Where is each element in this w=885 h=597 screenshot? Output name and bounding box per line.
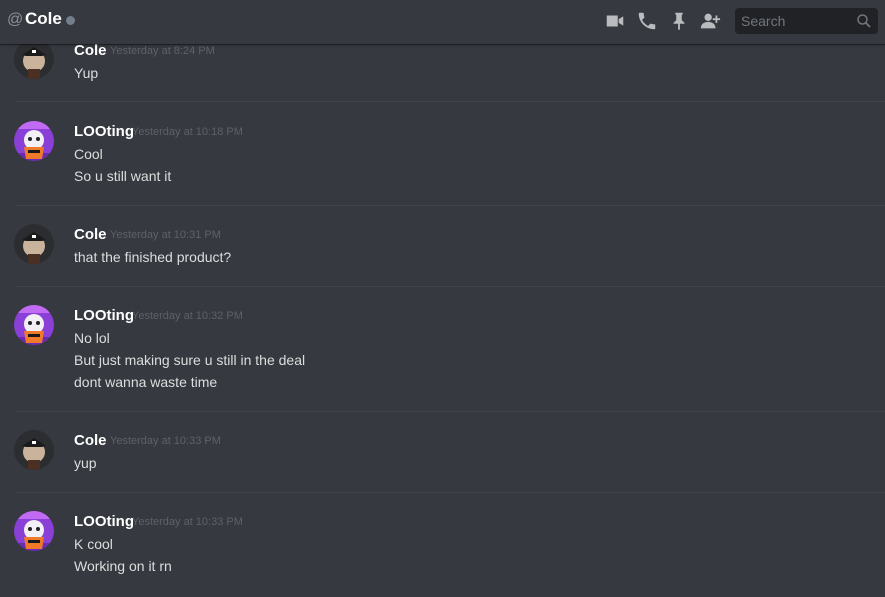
username[interactable]: Cole — [74, 226, 107, 243]
message-text: yup — [74, 455, 97, 471]
search-icon[interactable] — [855, 12, 873, 30]
video-call-icon[interactable] — [604, 10, 626, 32]
channel-header: @ Cole Search — [0, 0, 885, 44]
message-text: No lol — [74, 330, 110, 346]
message-list: Cole Yesterday at 8:24 PM Yup LOOting Ye… — [0, 0, 885, 597]
message-text: Working on it rn — [74, 558, 172, 574]
timestamp: Yesterday at 10:18 PM — [132, 126, 243, 138]
status-indicator — [66, 16, 75, 25]
avatar[interactable] — [14, 39, 54, 79]
avatar[interactable] — [14, 430, 54, 470]
message-group: LOOting Yesterday at 10:33 PM K cool Wor… — [0, 493, 885, 597]
timestamp: Yesterday at 10:31 PM — [110, 229, 221, 241]
avatar[interactable] — [14, 224, 54, 264]
message-text: Cool — [74, 146, 103, 162]
timestamp: Yesterday at 10:32 PM — [132, 310, 243, 322]
message-text: K cool — [74, 536, 113, 552]
avatar[interactable] — [14, 121, 54, 161]
phone-icon[interactable] — [636, 10, 658, 32]
message-text: But just making sure u still in the deal — [74, 352, 306, 368]
avatar[interactable] — [14, 511, 54, 551]
message-text: Yup — [74, 65, 99, 81]
at-icon: @ — [7, 11, 24, 28]
message-group: Cole Yesterday at 10:31 PM that the fini… — [0, 206, 885, 287]
username[interactable]: Cole — [74, 42, 107, 59]
message-group: LOOting Yesterday at 10:32 PM No lol But… — [0, 287, 885, 412]
pin-icon[interactable] — [668, 10, 690, 32]
message-text: that the finished product? — [74, 249, 232, 265]
add-friend-icon[interactable] — [699, 10, 721, 32]
username[interactable]: Cole — [74, 432, 107, 449]
search-input[interactable]: Search — [735, 8, 878, 34]
timestamp: Yesterday at 10:33 PM — [110, 435, 221, 447]
avatar[interactable] — [14, 305, 54, 345]
timestamp: Yesterday at 8:24 PM — [110, 45, 215, 57]
message-group: Cole Yesterday at 10:33 PM yup — [0, 412, 885, 493]
timestamp: Yesterday at 10:33 PM — [132, 516, 243, 528]
message-text: dont wanna waste time — [74, 374, 218, 390]
message-group: LOOting Yesterday at 10:18 PM Cool So u … — [0, 102, 885, 206]
channel-title: Cole — [25, 9, 62, 28]
message-text: So u still want it — [74, 168, 172, 184]
username[interactable]: LOOting — [74, 123, 134, 140]
username[interactable]: LOOting — [74, 513, 134, 530]
search-placeholder: Search — [741, 13, 786, 29]
username[interactable]: LOOting — [74, 307, 134, 324]
